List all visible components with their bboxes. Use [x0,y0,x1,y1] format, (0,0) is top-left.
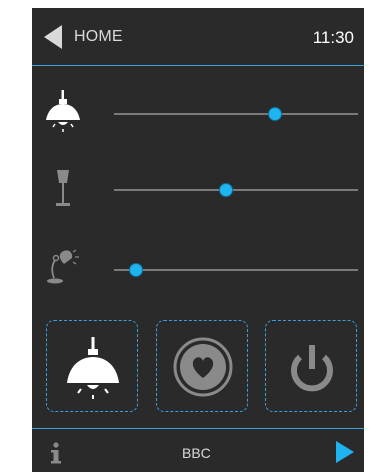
station-label: BBC [182,445,211,461]
back-arrow-icon [44,25,62,49]
floor-lamp-slider[interactable] [114,178,358,202]
slider-track [114,189,358,191]
pendant-lamp-slider[interactable] [114,102,358,126]
heart-icon [173,337,233,397]
play-icon[interactable] [334,439,356,465]
control-panel: HOME 11:30 BBC [32,8,364,472]
floor-lamp-icon [56,170,70,206]
favorite-tile[interactable] [156,320,248,412]
slider-knob[interactable] [268,107,283,121]
footer-bar: BBC [32,428,364,472]
home-back-button[interactable]: HOME [42,22,130,52]
header-bar: HOME 11:30 [32,8,364,66]
info-icon[interactable] [46,439,66,467]
desk-lamp-row [32,244,364,296]
slider-knob[interactable] [128,263,143,277]
pendant-lamp-row [32,88,364,140]
clock-time: 11:30 [312,28,354,47]
power-tile[interactable] [265,320,357,412]
slider-track [114,113,358,115]
slider-knob[interactable] [219,183,234,197]
power-icon [291,345,333,392]
pendant-lamp-icon [67,337,119,399]
pendant-lamp-tile[interactable] [46,320,138,412]
home-label: HOME [74,28,123,45]
floor-lamp-row [32,164,364,216]
desk-lamp-slider[interactable] [114,258,358,282]
slider-track [114,269,358,271]
pendant-lamp-icon [46,90,80,132]
desk-lamp-icon [47,249,79,284]
